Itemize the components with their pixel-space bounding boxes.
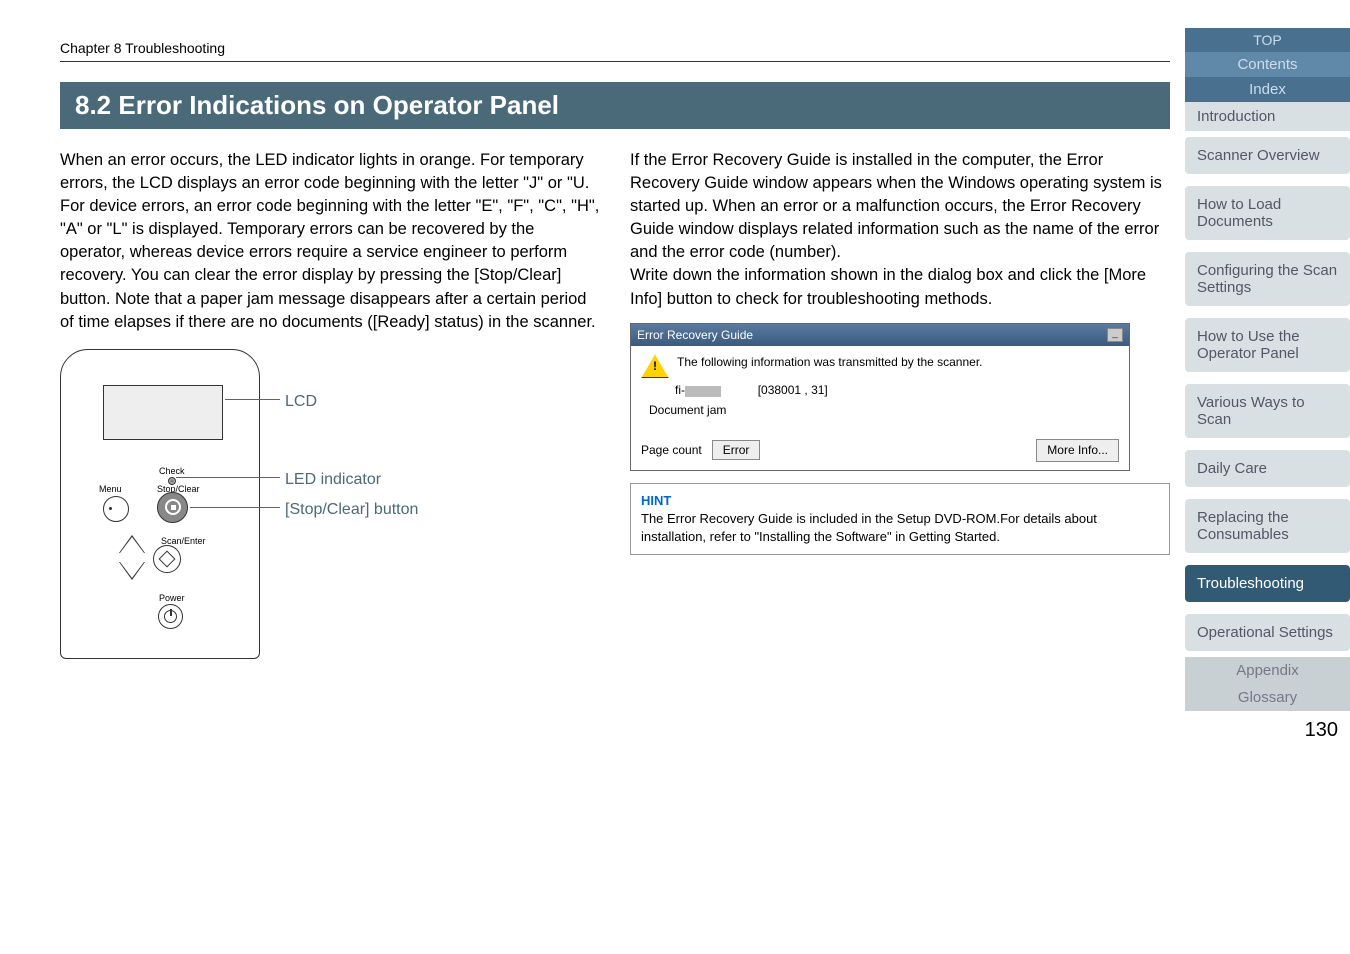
hint-box: HINT The Error Recovery Guide is include… <box>630 483 1170 556</box>
left-paragraph: When an error occurs, the LED indicator … <box>60 149 600 334</box>
nav-troubleshooting[interactable]: Troubleshooting <box>1185 565 1350 602</box>
power-button-icon <box>158 604 183 629</box>
nav-consumables[interactable]: Replacing the Consumables <box>1185 499 1350 553</box>
erg-message: The following information was transmitte… <box>677 354 982 371</box>
chapter-header: Chapter 8 Troubleshooting <box>60 40 1170 62</box>
menu-button-icon <box>103 496 129 522</box>
section-title-text: Error Indications on Operator Panel <box>118 90 559 120</box>
nav-ways-to-scan[interactable]: Various Ways to Scan <box>1185 384 1350 438</box>
lcd-callout: LCD <box>285 391 317 413</box>
nav-operational-settings[interactable]: Operational Settings <box>1185 614 1350 651</box>
nav-contents[interactable]: Contents <box>1185 52 1350 77</box>
erg-window-title: Error Recovery Guide <box>637 327 753 344</box>
nav-daily-care[interactable]: Daily Care <box>1185 450 1350 487</box>
erg-model-prefix: fi- <box>675 383 685 397</box>
right-paragraph-2: Write down the information shown in the … <box>630 264 1170 310</box>
nav-appendix[interactable]: Appendix <box>1185 657 1350 684</box>
erg-pagecount-label: Page count <box>641 443 702 457</box>
nav-glossary[interactable]: Glossary <box>1185 684 1350 711</box>
hint-text: The Error Recovery Guide is included in … <box>641 510 1159 546</box>
stop-clear-button-icon <box>157 492 188 523</box>
section-title: 8.2 Error Indications on Operator Panel <box>60 82 1170 129</box>
nav-load-documents[interactable]: How to Load Documents <box>1185 186 1350 240</box>
warning-icon: ! <box>641 354 669 378</box>
page-number: 130 <box>1185 711 1350 750</box>
nav-scanner-overview[interactable]: Scanner Overview <box>1185 137 1350 174</box>
menu-label: Menu <box>99 483 122 496</box>
minimize-icon[interactable]: _ <box>1107 328 1123 342</box>
operator-panel-diagram: Check Menu Stop/Clear Scan/Enter Power <box>60 349 520 659</box>
nav-introduction[interactable]: Introduction <box>1185 102 1350 131</box>
right-paragraph-1: If the Error Recovery Guide is installed… <box>630 149 1170 264</box>
stopclear-callout: [Stop/Clear] button <box>285 499 418 521</box>
erg-error-code: [038001 , 31] <box>758 383 828 397</box>
hint-label: HINT <box>641 492 1159 510</box>
nav-operator-panel[interactable]: How to Use the Operator Panel <box>1185 318 1350 372</box>
more-info-button[interactable]: More Info... <box>1036 439 1119 462</box>
error-button[interactable]: Error <box>712 440 761 460</box>
panel-outline: Check Menu Stop/Clear Scan/Enter Power <box>60 349 260 659</box>
section-number: 8.2 <box>75 90 111 120</box>
check-label: Check <box>159 465 185 478</box>
nav-top[interactable]: TOP <box>1185 28 1350 52</box>
nav-scan-settings[interactable]: Configuring the Scan Settings <box>1185 252 1350 306</box>
error-recovery-guide-window: Error Recovery Guide _ ! The following i… <box>630 323 1130 471</box>
led-callout: LED indicator <box>285 469 381 491</box>
sidebar-nav: TOP Contents Index Introduction Scanner … <box>1185 0 1350 954</box>
power-label: Power <box>159 592 185 605</box>
lcd-screen <box>103 385 223 440</box>
nav-index[interactable]: Index <box>1185 77 1350 102</box>
erg-model-obscured <box>685 386 721 397</box>
erg-docjam-text: Document jam <box>649 402 1119 419</box>
